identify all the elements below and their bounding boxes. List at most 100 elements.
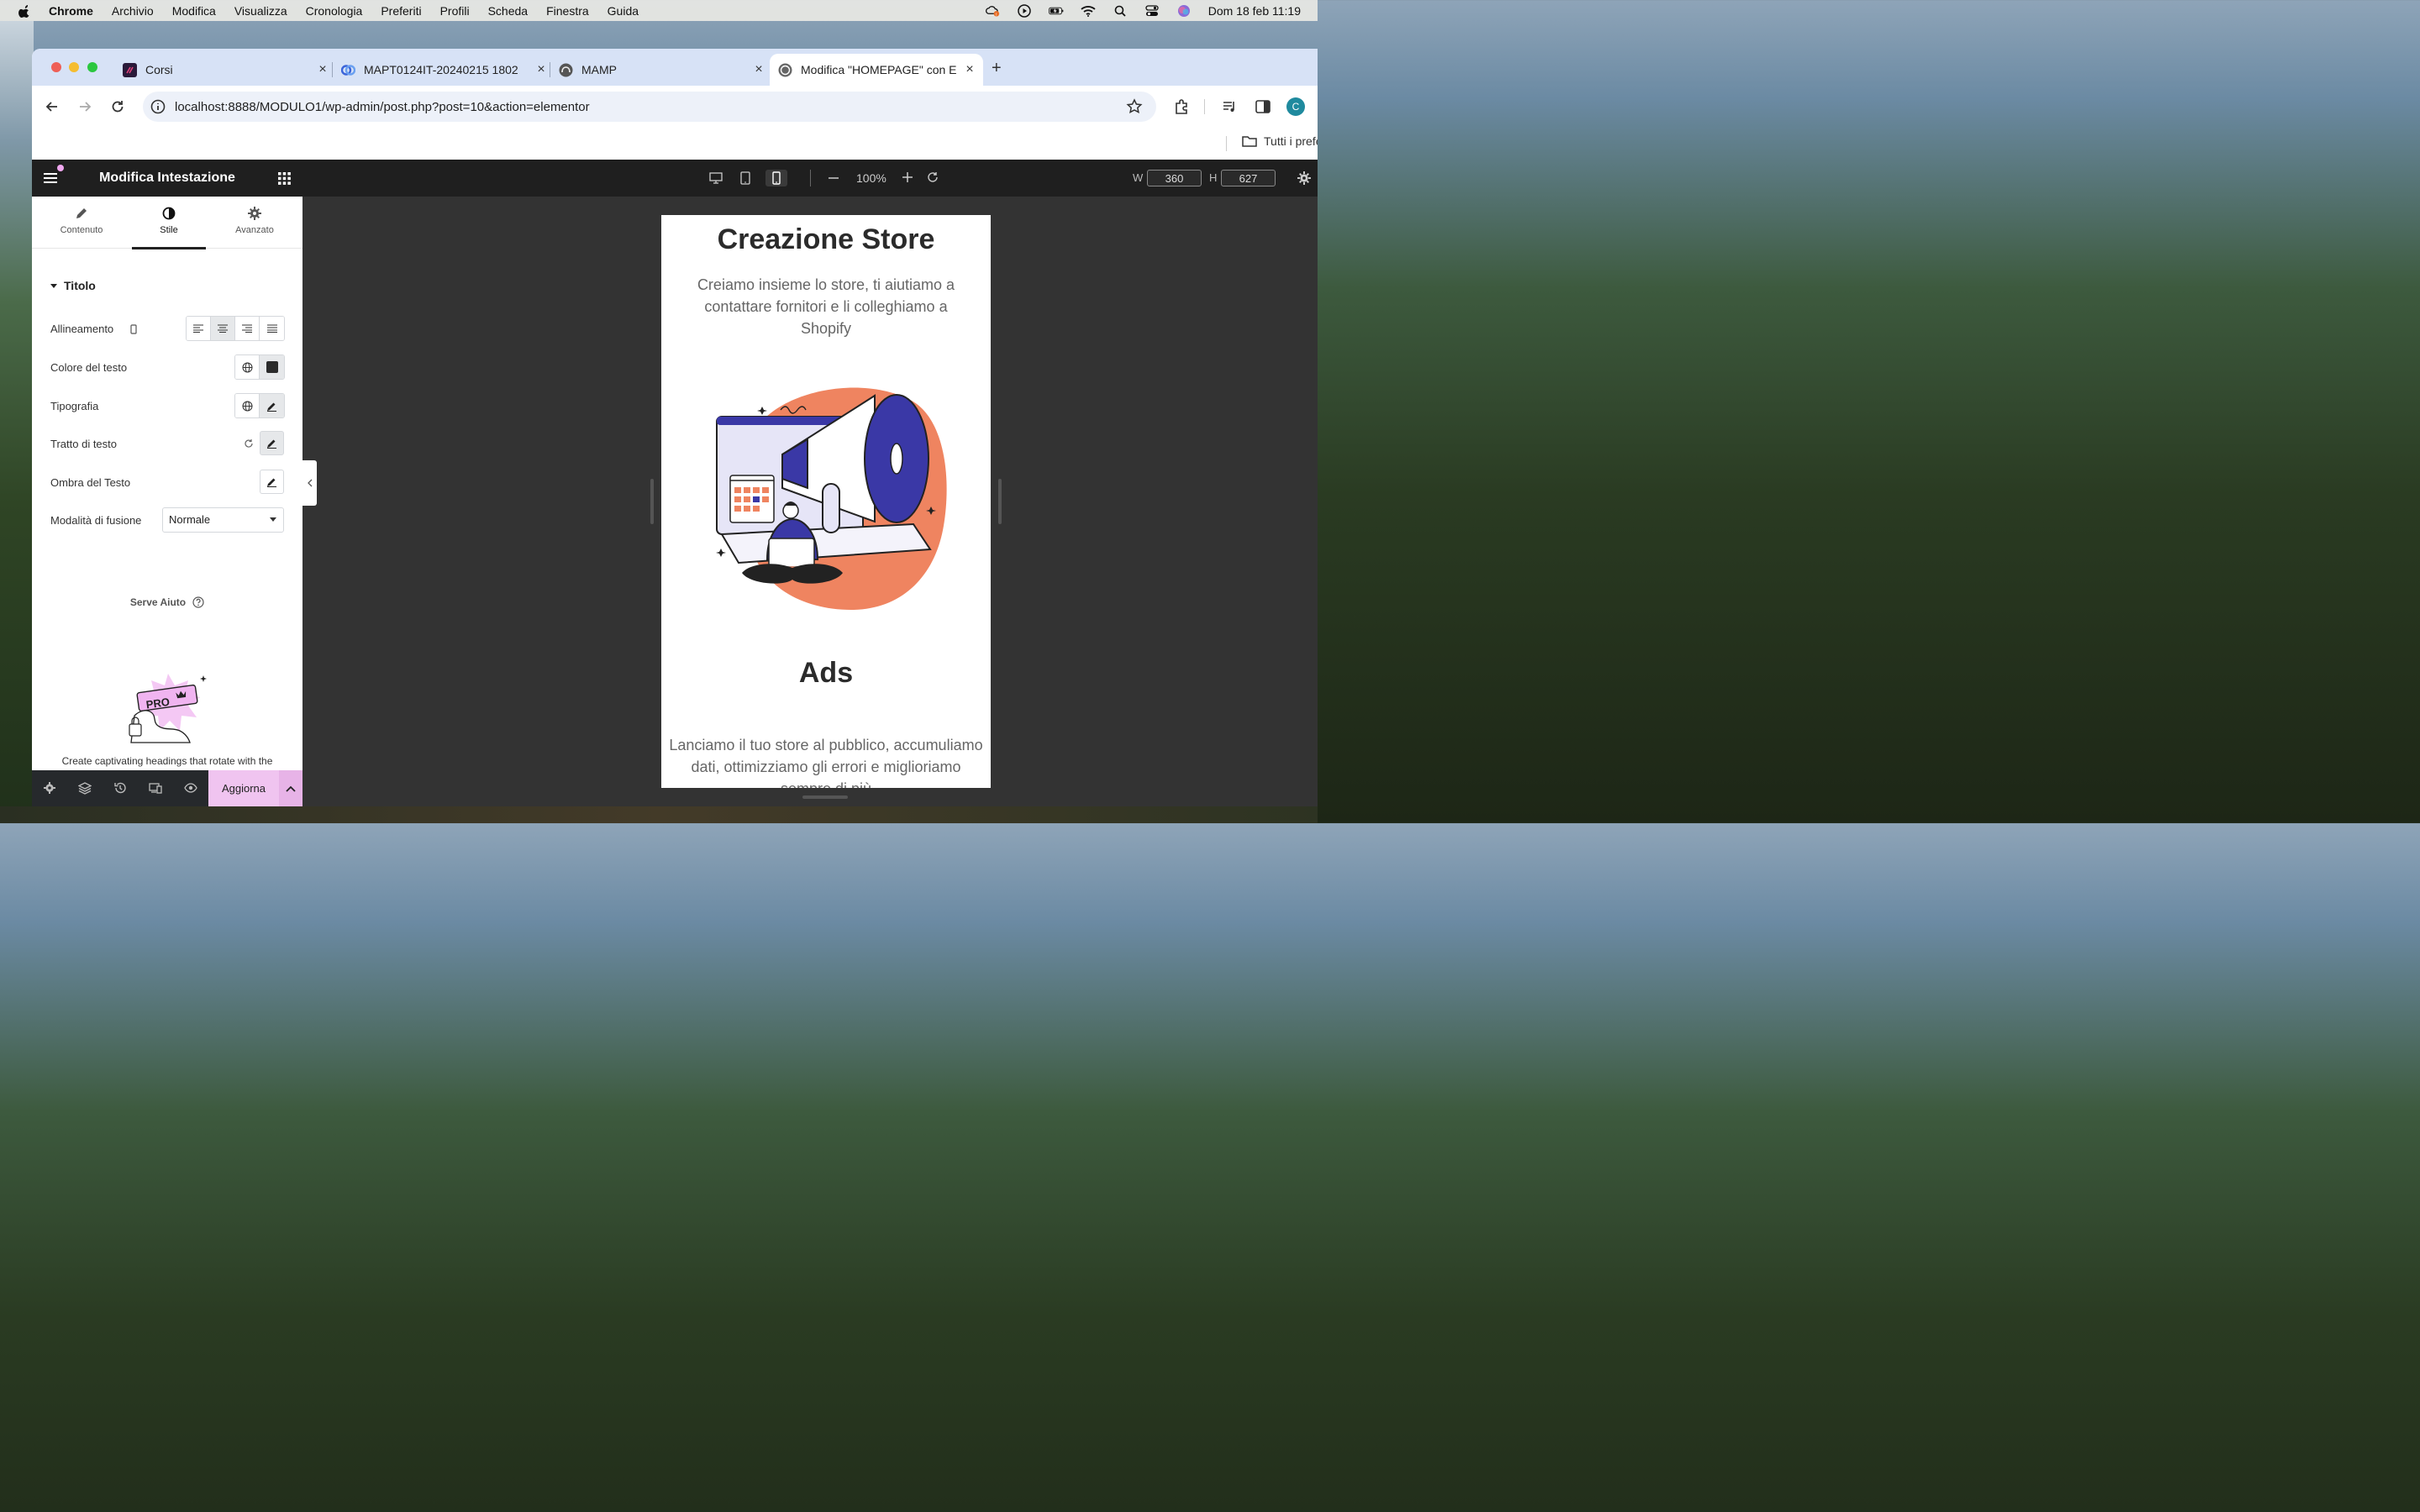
color-picker-swatch[interactable] <box>260 355 284 379</box>
meet-favicon-icon <box>340 63 356 77</box>
align-right-button[interactable] <box>235 317 260 340</box>
close-tab-icon[interactable]: × <box>316 63 329 76</box>
new-tab-button[interactable]: + <box>992 59 1002 78</box>
tab-elementor-active[interactable]: Modifica "HOMEPAGE" con El × <box>770 54 983 86</box>
device-mobile-button[interactable] <box>765 170 787 186</box>
widgets-grid-icon[interactable] <box>278 172 291 185</box>
text-creazione-store[interactable]: Creiamo insieme lo store, ti aiutiamo a … <box>678 274 974 339</box>
tab-label: Avanzato <box>235 225 274 235</box>
resize-handle-left[interactable] <box>650 479 654 524</box>
resize-handle-right[interactable] <box>998 479 1002 524</box>
edit-text-shadow-button[interactable] <box>260 470 284 494</box>
reset-zoom-icon[interactable] <box>927 171 939 183</box>
height-input[interactable]: 627 <box>1221 170 1276 186</box>
control-center-icon[interactable] <box>1144 4 1160 17</box>
play-icon[interactable] <box>1017 3 1032 18</box>
heading-ads[interactable]: Ads <box>661 657 991 690</box>
tab-contenuto[interactable]: Contenuto <box>45 197 118 249</box>
close-tab-icon[interactable]: × <box>752 63 765 76</box>
wordpress-favicon-icon <box>778 63 792 77</box>
address-bar[interactable]: localhost:8888/MODULO1/wp-admin/post.php… <box>143 92 1156 122</box>
tab-mamp[interactable]: MAMP × <box>550 54 765 86</box>
close-tab-icon[interactable]: × <box>963 63 976 76</box>
tab-stile[interactable]: Stile <box>132 197 206 249</box>
side-panel-icon[interactable] <box>1255 98 1271 115</box>
menu-visualizza[interactable]: Visualizza <box>234 4 287 18</box>
navigator-layers-icon[interactable] <box>78 781 92 795</box>
align-left-button[interactable] <box>187 317 211 340</box>
media-control-icon[interactable] <box>1222 98 1239 115</box>
align-justify-button[interactable] <box>260 317 284 340</box>
update-button[interactable]: Aggiorna <box>208 770 279 806</box>
menu-finestra[interactable]: Finestra <box>546 4 589 18</box>
bookmark-star-icon[interactable] <box>1126 98 1143 115</box>
menu-profili[interactable]: Profili <box>440 4 470 18</box>
megaphone-illustration[interactable] <box>708 375 952 610</box>
device-tablet-button[interactable] <box>736 170 755 186</box>
edit-typography-button[interactable] <box>260 394 284 417</box>
resize-handle-bottom[interactable] <box>802 795 848 799</box>
site-info-icon[interactable] <box>150 98 166 115</box>
section-titolo[interactable]: Titolo <box>50 279 96 292</box>
menubar-clock[interactable]: Dom 18 feb 11:19 <box>1208 4 1301 18</box>
history-icon[interactable] <box>113 781 127 795</box>
extensions-icon[interactable] <box>1173 98 1190 115</box>
url-text[interactable]: localhost:8888/MODULO1/wp-admin/post.php… <box>175 100 590 114</box>
gear-icon <box>248 207 261 220</box>
pencil-icon <box>76 208 87 218</box>
reload-icon[interactable] <box>109 98 126 115</box>
close-tab-icon[interactable]: × <box>534 63 548 76</box>
preview-eye-icon[interactable] <box>184 781 197 795</box>
blend-mode-select[interactable]: Normale <box>162 507 284 533</box>
menu-guida[interactable]: Guida <box>608 4 639 18</box>
collapse-panel-button[interactable] <box>302 460 317 506</box>
heading-creazione-store[interactable]: Creazione Store <box>661 223 991 256</box>
profile-avatar[interactable]: C <box>1286 97 1305 116</box>
menu-scheda[interactable]: Scheda <box>488 4 528 18</box>
chevron-down-icon <box>270 517 276 522</box>
minimize-window-button[interactable] <box>69 62 79 72</box>
menu-cronologia[interactable]: Cronologia <box>306 4 363 18</box>
forward-icon[interactable] <box>76 98 93 115</box>
zoom-window-button[interactable] <box>87 62 97 72</box>
wifi-icon[interactable] <box>1081 5 1096 17</box>
preview-canvas: Creazione Store Creiamo insieme lo store… <box>661 215 991 788</box>
panel-title: Modifica Intestazione <box>99 171 235 185</box>
menu-modifica[interactable]: Modifica <box>172 4 216 18</box>
elementor-panel: Modifica Intestazione Contenuto Stile Av… <box>32 160 302 806</box>
menu-archivio[interactable]: Archivio <box>112 4 154 18</box>
menu-app-name[interactable]: Chrome <box>49 4 93 18</box>
device-desktop-button[interactable] <box>707 170 725 186</box>
responsive-mobile-icon[interactable] <box>130 324 137 334</box>
width-input[interactable]: 360 <box>1147 170 1202 186</box>
close-window-button[interactable] <box>51 62 61 72</box>
zoom-in-icon[interactable] <box>902 171 913 183</box>
reset-icon[interactable] <box>244 438 254 449</box>
creative-cloud-icon[interactable]: ! <box>985 5 1000 17</box>
tab-label: Stile <box>160 225 178 235</box>
edit-text-stroke-button[interactable] <box>260 431 284 455</box>
menu-preferiti[interactable]: Preferiti <box>381 4 421 18</box>
tab-avanzato[interactable]: Avanzato <box>218 197 292 249</box>
tab-corsi[interactable]: Corsi × <box>114 54 329 86</box>
align-center-button[interactable] <box>211 317 235 340</box>
tab-mapt[interactable]: MAPT0124IT-20240215 1802 × <box>333 54 548 86</box>
bookmarks-folder[interactable]: Tutti i prefe <box>1242 134 1318 148</box>
spotlight-search-icon[interactable] <box>1113 5 1128 17</box>
save-options-button[interactable] <box>279 770 302 806</box>
apple-icon[interactable] <box>18 4 32 18</box>
global-typography-button[interactable] <box>235 394 260 417</box>
help-link[interactable]: Serve Aiuto <box>32 596 302 608</box>
device-settings-gear-icon[interactable] <box>1297 171 1311 185</box>
back-icon[interactable] <box>44 98 60 115</box>
siri-icon[interactable] <box>1176 4 1192 17</box>
global-colors-button[interactable] <box>235 355 260 379</box>
settings-icon[interactable] <box>43 781 56 795</box>
text-ads[interactable]: Lanciamo il tuo store al pubblico, accum… <box>668 734 984 788</box>
caret-down-icon <box>50 283 57 288</box>
battery-icon[interactable] <box>1048 5 1064 17</box>
alignment-label: Allineamento <box>50 323 114 335</box>
contrast-icon <box>162 207 176 220</box>
zoom-out-icon[interactable] <box>828 172 839 184</box>
responsive-mode-icon[interactable] <box>149 781 162 795</box>
